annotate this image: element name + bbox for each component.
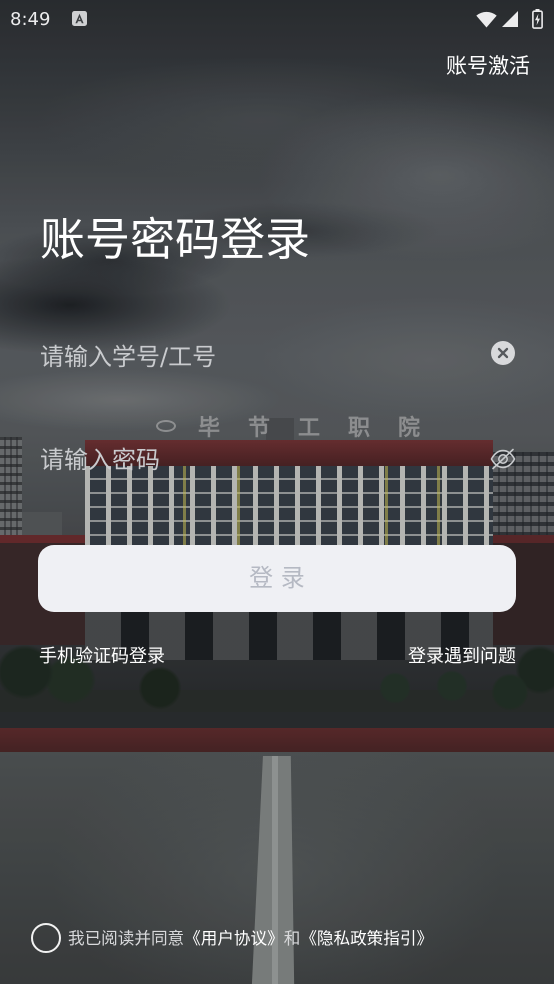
- page-title: 账号密码登录: [40, 213, 311, 266]
- battery-charging-icon: [532, 9, 543, 29]
- eye-off-icon[interactable]: [490, 448, 516, 470]
- status-time: 8:49: [10, 9, 51, 30]
- dim-overlay: [0, 0, 554, 984]
- status-bar: 8:49: [0, 0, 554, 38]
- background-photo: 毕节工职院: [0, 0, 554, 984]
- agreement-conjunction: 和: [283, 929, 301, 948]
- username-field: [40, 335, 516, 379]
- signal-icon: [502, 11, 518, 27]
- agreement-prefix: 我已阅读并同意: [68, 929, 185, 948]
- notification-app-icon: [72, 11, 87, 26]
- user-agreement-link[interactable]: 《用户协议》: [184, 929, 284, 948]
- clear-icon[interactable]: [491, 341, 515, 365]
- agreement-checkbox[interactable]: [31, 923, 61, 953]
- password-field: [40, 438, 516, 482]
- password-input[interactable]: [40, 438, 470, 482]
- agreement-text: 我已阅读并同意《用户协议》和《隐私政策指引》: [68, 928, 433, 950]
- privacy-policy-link[interactable]: 《隐私政策指引》: [300, 929, 433, 948]
- wifi-icon: [476, 11, 497, 28]
- login-button[interactable]: 登 录: [38, 545, 516, 612]
- sms-login-link[interactable]: 手机验证码登录: [39, 646, 165, 668]
- username-input[interactable]: [40, 335, 470, 379]
- account-activation-link[interactable]: 账号激活: [446, 54, 530, 78]
- login-help-link[interactable]: 登录遇到问题: [408, 646, 516, 668]
